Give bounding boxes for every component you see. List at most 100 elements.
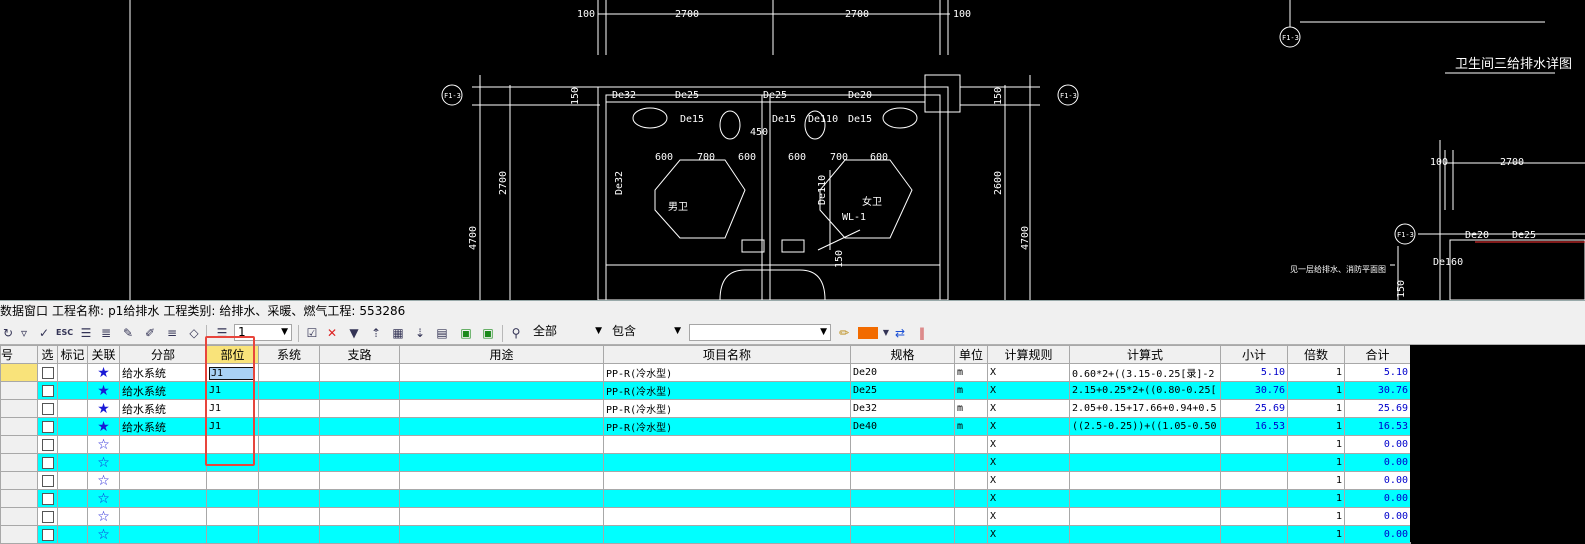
row-header[interactable]: [0, 435, 38, 454]
sort-icon[interactable]: ⇣: [412, 325, 428, 341]
rule-cell[interactable]: X: [987, 453, 1070, 472]
mark-cell[interactable]: [57, 489, 88, 508]
multiplier-cell[interactable]: 1: [1287, 453, 1345, 472]
col-header-subtotal[interactable]: 小计: [1220, 345, 1288, 364]
mark-cell[interactable]: [57, 507, 88, 526]
col-header-select[interactable]: 选: [37, 345, 58, 364]
mark-cell[interactable]: [57, 399, 88, 418]
item-name-cell[interactable]: PP-R(冷水型): [603, 399, 851, 418]
refresh-icon[interactable]: ↻: [0, 325, 16, 341]
mark-cell[interactable]: [57, 453, 88, 472]
total-cell[interactable]: 0.00: [1344, 507, 1411, 526]
check-icon[interactable]: ✓: [36, 325, 52, 341]
usage-cell[interactable]: [399, 471, 604, 490]
usage-cell[interactable]: [399, 453, 604, 472]
system-cell[interactable]: [258, 453, 320, 472]
total-cell[interactable]: 0.00: [1344, 471, 1411, 490]
link-star-icon[interactable]: ☆: [87, 507, 120, 526]
match-select[interactable]: 包含 ▼: [609, 324, 684, 341]
formula-cell[interactable]: [1069, 525, 1221, 544]
underline-icon[interactable]: ≡: [164, 325, 180, 341]
select-checkbox[interactable]: [37, 471, 58, 490]
columns-icon[interactable]: ‖: [914, 325, 930, 341]
total-cell[interactable]: 0.00: [1344, 435, 1411, 454]
row-header[interactable]: [0, 471, 38, 490]
col-header-mark[interactable]: 标记: [57, 345, 88, 364]
row-header[interactable]: [0, 453, 38, 472]
col-header-multiplier[interactable]: 倍数: [1287, 345, 1345, 364]
col-header-number[interactable]: 号: [0, 345, 38, 364]
select-checkbox[interactable]: [37, 399, 58, 418]
mark-cell[interactable]: [57, 363, 88, 382]
fenbu-cell[interactable]: [119, 525, 207, 544]
system-cell[interactable]: [258, 399, 320, 418]
subtotal-cell[interactable]: [1220, 435, 1288, 454]
col-header-unit[interactable]: 单位: [954, 345, 988, 364]
total-cell[interactable]: 5.10: [1344, 363, 1411, 382]
fenbu-cell[interactable]: [119, 471, 207, 490]
usage-cell[interactable]: [399, 507, 604, 526]
excel-icon[interactable]: ▣: [458, 325, 474, 341]
subtotal-cell[interactable]: 25.69: [1220, 399, 1288, 418]
list-check-icon[interactable]: ☰: [78, 325, 94, 341]
spec-cell[interactable]: [850, 489, 955, 508]
system-cell[interactable]: [258, 363, 320, 382]
buwei-cell[interactable]: [206, 489, 259, 508]
item-name-cell[interactable]: [603, 453, 851, 472]
spec-cell[interactable]: [850, 525, 955, 544]
rule-cell[interactable]: X: [987, 507, 1070, 526]
subtotal-cell[interactable]: [1220, 507, 1288, 526]
usage-cell[interactable]: [399, 363, 604, 382]
subtotal-cell[interactable]: 30.76: [1220, 381, 1288, 400]
eraser-icon[interactable]: ◇: [186, 325, 202, 341]
spec-cell[interactable]: De32: [850, 399, 955, 418]
table-row[interactable]: ☆ X 1 0.00: [0, 489, 1411, 508]
col-header-item-name[interactable]: 项目名称: [603, 345, 851, 364]
unit-cell[interactable]: [954, 489, 988, 508]
multiplier-cell[interactable]: 1: [1287, 399, 1345, 418]
row-header[interactable]: [0, 399, 38, 418]
usage-cell[interactable]: [399, 417, 604, 436]
spec-cell[interactable]: [850, 471, 955, 490]
branch-cell[interactable]: [319, 381, 400, 400]
rule-cell[interactable]: X: [987, 399, 1070, 418]
mark-cell[interactable]: [57, 525, 88, 544]
item-name-cell[interactable]: [603, 435, 851, 454]
fenbu-cell[interactable]: 给水系统: [119, 399, 207, 418]
item-name-cell[interactable]: [603, 507, 851, 526]
fenbu-cell[interactable]: 给水系统: [119, 381, 207, 400]
grid-icon[interactable]: ▦: [390, 325, 406, 341]
formula-cell[interactable]: [1069, 435, 1221, 454]
multiplier-cell[interactable]: 1: [1287, 507, 1345, 526]
fenbu-cell[interactable]: [119, 435, 207, 454]
item-name-cell[interactable]: [603, 489, 851, 508]
subtotal-cell[interactable]: 16.53: [1220, 417, 1288, 436]
fenbu-cell[interactable]: 给水系统: [119, 417, 207, 436]
spec-cell[interactable]: [850, 507, 955, 526]
fenbu-cell[interactable]: [119, 507, 207, 526]
col-header-usage[interactable]: 用途: [399, 345, 604, 364]
rule-cell[interactable]: X: [987, 525, 1070, 544]
usage-cell[interactable]: [399, 489, 604, 508]
rule-cell[interactable]: X: [987, 489, 1070, 508]
filter-icon[interactable]: ▿: [16, 325, 32, 341]
row-header[interactable]: [0, 489, 38, 508]
branch-cell[interactable]: [319, 435, 400, 454]
row-header[interactable]: [0, 525, 38, 544]
formula-cell[interactable]: [1069, 489, 1221, 508]
subtotal-cell[interactable]: [1220, 525, 1288, 544]
unit-cell[interactable]: m: [954, 381, 988, 400]
item-name-cell[interactable]: PP-R(冷水型): [603, 363, 851, 382]
row-header[interactable]: [0, 363, 38, 382]
buwei-cell[interactable]: [206, 525, 259, 544]
branch-cell[interactable]: [319, 507, 400, 526]
color-swatch[interactable]: [858, 327, 878, 339]
sort-asc-icon[interactable]: ⇡: [368, 325, 384, 341]
select-checkbox[interactable]: [37, 525, 58, 544]
col-header-link[interactable]: 关联: [87, 345, 120, 364]
branch-cell[interactable]: [319, 417, 400, 436]
unit-cell[interactable]: m: [954, 417, 988, 436]
buwei-cell[interactable]: [206, 471, 259, 490]
select-checkbox[interactable]: [37, 489, 58, 508]
branch-cell[interactable]: [319, 363, 400, 382]
